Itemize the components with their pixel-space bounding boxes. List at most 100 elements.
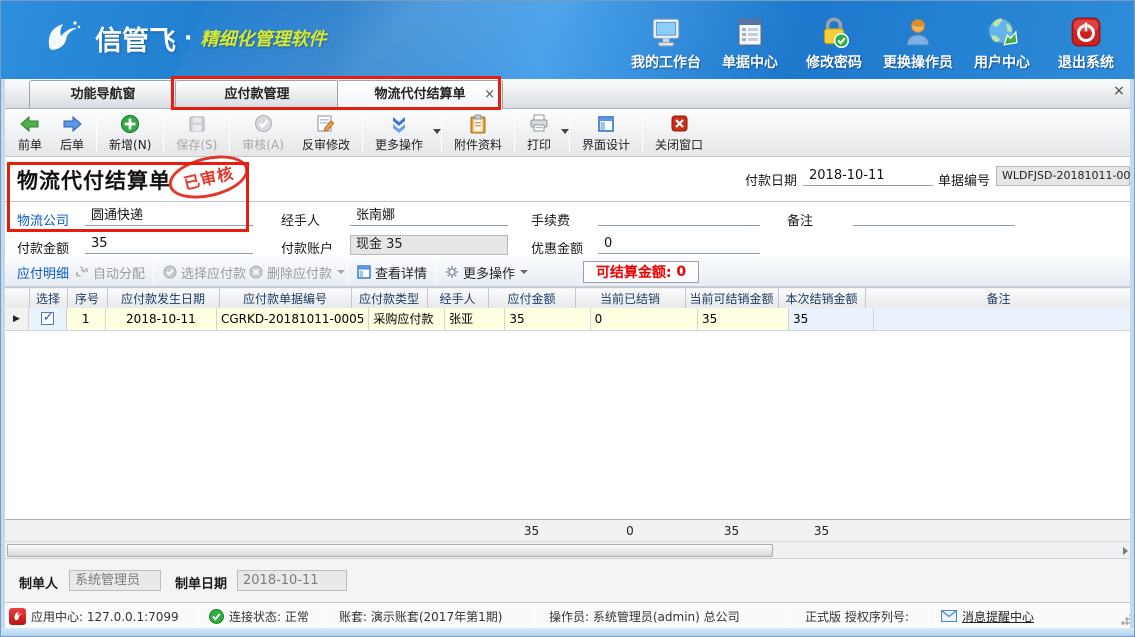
- col-header-handler[interactable]: 经手人: [427, 288, 488, 309]
- audited-stamp: 已审核: [165, 148, 253, 205]
- nav-label: 单据中心: [722, 52, 778, 72]
- toolbar-separator: [163, 114, 164, 152]
- view-detail-button[interactable]: 查看详情: [357, 257, 427, 287]
- detail-more-ops-button[interactable]: 更多操作: [445, 257, 528, 287]
- pay-amount-label: 付款金额: [17, 238, 69, 257]
- logistics-company-input[interactable]: 圆通快递: [85, 207, 253, 226]
- more-operations-button[interactable]: 更多操作: [366, 111, 438, 155]
- table-row[interactable]: ▶ 1 2018-10-11 CGRKD-20181011-0005 采购应付款…: [5, 308, 1134, 331]
- detail-toolbar: 应付明细 自动分配 选择应付款 删除应付款 查看详情 更多操作 可结算金额: 0: [5, 257, 1132, 287]
- audit-button[interactable]: 审核(A): [233, 111, 293, 155]
- nav-exit-system[interactable]: 退出系统: [1044, 7, 1128, 72]
- nav-my-workbench[interactable]: 我的工作台: [624, 7, 708, 72]
- tab-label: 功能导航窗: [70, 87, 135, 102]
- row-date-cell: 2018-10-11: [105, 308, 216, 330]
- payable-detail-title: 应付明细: [17, 257, 69, 287]
- toolbar-separator: [229, 114, 230, 152]
- col-header-remark[interactable]: 备注: [865, 288, 1132, 309]
- document-header: 物流代付结算单 已审核 付款日期 2018-10-11 单据编号 WLDFJSD…: [5, 157, 1132, 257]
- status-separator: [197, 607, 198, 625]
- dropdown-caret-icon: [520, 270, 528, 274]
- status-separator: [929, 607, 930, 625]
- select-payable-button[interactable]: 选择应付款: [163, 257, 246, 287]
- toolbar-separator: [362, 114, 363, 152]
- handler-input[interactable]: 张南娜: [350, 207, 508, 226]
- logo-dot: ·: [184, 26, 192, 51]
- col-header-available[interactable]: 当前可结销金额: [685, 288, 778, 309]
- col-header-amount[interactable]: 应付金额: [488, 288, 575, 309]
- col-header-current[interactable]: 本次结销金额: [778, 288, 865, 309]
- row-select-cell[interactable]: [29, 308, 67, 330]
- app-center-icon: [9, 608, 26, 625]
- envelope-icon: [941, 610, 957, 622]
- scrollbar-thumb[interactable]: [7, 544, 773, 557]
- arrow-left-icon: [20, 113, 40, 135]
- detail-window-icon: [357, 265, 371, 279]
- new-doc-button[interactable]: 新增(N): [100, 111, 160, 155]
- header-divider: [5, 201, 1132, 202]
- pay-account-field[interactable]: 现金 35: [350, 235, 508, 255]
- pay-account-label: 付款账户: [281, 238, 333, 257]
- workbench-monitor-icon: [649, 11, 683, 49]
- printer-icon: [529, 113, 549, 135]
- window-frame-left: [1, 79, 5, 628]
- arrow-right-icon: [62, 113, 82, 135]
- row-remark-cell[interactable]: [874, 308, 1134, 330]
- delete-payable-button[interactable]: 删除应付款: [249, 257, 345, 287]
- scrollbar-right-arrow-icon[interactable]: [1123, 547, 1128, 555]
- col-header-settled[interactable]: 当前已结销: [575, 288, 685, 309]
- save-floppy-icon: [188, 113, 206, 135]
- col-header-date[interactable]: 应付款发生日期: [107, 288, 219, 309]
- nav-change-password[interactable]: 修改密码: [792, 7, 876, 72]
- operator-status: 操作员: 系统管理员(admin) 总公司: [549, 603, 740, 629]
- ui-design-button[interactable]: 界面设计: [573, 111, 639, 155]
- next-doc-button[interactable]: 后单: [51, 111, 93, 155]
- doc-footer-panel: 制单人 系统管理员 制单日期 2018-10-11: [5, 558, 1132, 602]
- col-header-select[interactable]: 选择: [29, 288, 67, 309]
- connection-ok-icon: [209, 609, 224, 624]
- row-checkbox[interactable]: [41, 312, 54, 325]
- auto-assign-button[interactable]: 自动分配: [75, 257, 145, 287]
- doc-toolbar: 前单 后单 新增(N) 保存(S) 审核(A) 反审修改 更多操作: [5, 109, 1132, 157]
- fee-input[interactable]: [598, 207, 760, 226]
- tab-logistics-settlement[interactable]: 物流代付结算单 ×: [337, 80, 503, 109]
- logistics-company-label[interactable]: 物流公司: [17, 210, 69, 229]
- tab-close-icon[interactable]: ×: [484, 81, 495, 109]
- save-button[interactable]: 保存(S): [167, 111, 226, 155]
- unaudit-edit-button[interactable]: 反审修改: [293, 111, 359, 155]
- banner-nav: 我的工作台 单据中心 修改密码 更换操作员: [624, 7, 1128, 72]
- close-window-button[interactable]: 关闭窗口: [646, 111, 712, 155]
- message-center-link[interactable]: 消息提醒中心: [962, 608, 1034, 625]
- tab-function-nav[interactable]: 功能导航窗: [29, 80, 177, 108]
- nav-document-center[interactable]: 单据中心: [708, 7, 792, 72]
- detail-separator: [153, 261, 154, 283]
- col-header-type[interactable]: 应付款类型: [351, 288, 427, 309]
- col-header-doc-no[interactable]: 应付款单据编号: [219, 288, 351, 309]
- user-center-globe-icon: [985, 11, 1019, 49]
- detail-separator: [347, 261, 348, 283]
- grid-header: 选择 序号 应付款发生日期 应付款单据编号 应付款类型 经手人 应付金额 当前已…: [5, 287, 1133, 309]
- row-current-cell[interactable]: 35: [788, 308, 873, 330]
- refresh-arrows-icon: [75, 265, 89, 279]
- nav-label: 修改密码: [806, 52, 862, 72]
- horizontal-scrollbar[interactable]: [5, 541, 1132, 558]
- print-button[interactable]: 打印: [518, 111, 566, 155]
- nav-user-center[interactable]: 用户中心: [960, 7, 1044, 72]
- tab-label: 应付款管理: [224, 87, 289, 102]
- col-header-seq[interactable]: 序号: [67, 288, 107, 309]
- tabbar-close-icon[interactable]: ×: [1110, 83, 1128, 99]
- prev-doc-button[interactable]: 前单: [9, 111, 51, 155]
- close-x-icon: [671, 113, 688, 135]
- tab-payables-management[interactable]: 应付款管理: [175, 80, 339, 108]
- nav-switch-operator[interactable]: 更换操作员: [876, 7, 960, 72]
- handler-label: 经手人: [281, 210, 320, 229]
- status-separator: [533, 607, 534, 625]
- clipboard-icon: [469, 113, 487, 135]
- discount-input[interactable]: 0: [598, 235, 760, 254]
- pay-amount-input[interactable]: 35: [85, 235, 253, 254]
- pay-date-input[interactable]: 2018-10-11: [803, 167, 933, 186]
- remark-input[interactable]: [853, 207, 1015, 226]
- attachments-button[interactable]: 附件资料: [445, 111, 511, 155]
- settleable-amount-badge: 可结算金额: 0: [583, 261, 699, 283]
- app-title: 信管飞: [95, 19, 176, 58]
